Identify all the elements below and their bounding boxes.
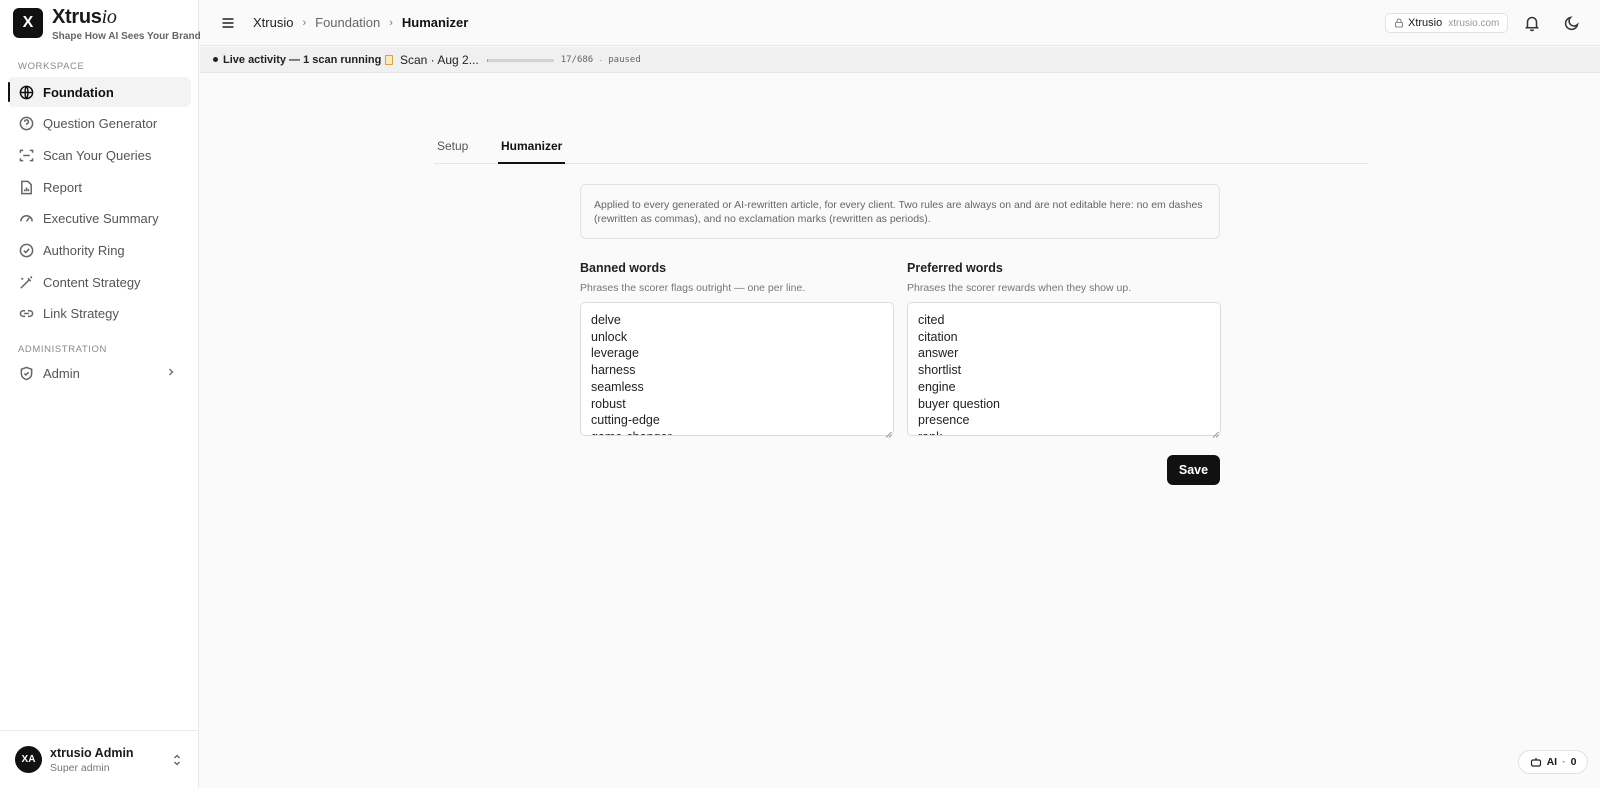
settings-tabs: Setup Humanizer xyxy=(434,131,1369,164)
workspace-switcher[interactable]: Xtrusio xtrusio.com xyxy=(1385,13,1509,33)
menu-icon[interactable] xyxy=(220,15,236,31)
breadcrumb-item[interactable]: Foundation xyxy=(315,15,380,30)
workspace-section-label: WORKSPACE xyxy=(18,61,85,72)
file-chart-icon xyxy=(18,179,34,195)
shield-check-icon xyxy=(18,365,34,381)
gauge-icon xyxy=(18,210,34,226)
scan-status: paused xyxy=(608,55,641,65)
chevrons-up-down-icon[interactable] xyxy=(171,753,183,770)
scan-progress-bar xyxy=(486,58,554,62)
breadcrumb-item[interactable]: Xtrusio xyxy=(253,15,293,30)
live-dot-icon xyxy=(213,57,218,62)
breadcrumb-current: Humanizer xyxy=(401,15,469,30)
sidebar-item-executive-summary[interactable]: Executive Summary xyxy=(8,203,191,233)
sidebar-item-report[interactable]: Report xyxy=(8,172,191,202)
chevron-right-icon: › xyxy=(389,16,393,29)
ai-label: AI xyxy=(1546,756,1558,768)
scan-icon xyxy=(18,147,34,163)
magic-wand-icon xyxy=(18,274,34,290)
preferred-words-textarea[interactable]: cited citation answer shortlist engine b… xyxy=(907,302,1221,436)
top-header: Xtrusio › Foundation › Humanizer Xtrusio… xyxy=(200,0,1600,46)
sidebar: X Xtrusio Shape How AI Sees Your Brand W… xyxy=(0,0,201,788)
sidebar-item-admin[interactable]: Admin xyxy=(8,358,191,388)
resize-grip-icon[interactable] xyxy=(885,426,892,438)
sidebar-item-label: Scan Your Queries xyxy=(43,147,152,163)
scan-count: 17/686 xyxy=(560,55,594,65)
sidebar-item-label: Executive Summary xyxy=(43,210,159,226)
user-menu[interactable]: XA xtrusio Admin Super admin xyxy=(0,730,199,788)
sidebar-item-label: Report xyxy=(43,179,83,195)
sidebar-item-authority-ring[interactable]: Authority Ring xyxy=(8,235,191,265)
preferred-words-title: Preferred words xyxy=(907,261,1003,275)
chevron-right-icon: › xyxy=(302,16,307,29)
sidebar-item-question-generator[interactable]: Question Generator xyxy=(8,108,191,138)
banned-words-title: Banned words xyxy=(580,261,667,275)
brand[interactable]: X Xtrusio Shape How AI Sees Your Brand xyxy=(13,6,201,42)
sidebar-item-label: Admin xyxy=(43,365,80,381)
globe-icon xyxy=(18,84,34,100)
live-activity-label: Live activity — 1 scan running xyxy=(223,53,382,66)
save-button[interactable]: Save xyxy=(1167,455,1220,485)
sidebar-item-scan-your-queries[interactable]: Scan Your Queries xyxy=(8,140,191,170)
ai-count: 0 xyxy=(1570,756,1577,768)
info-notice: Applied to every generated or AI-rewritt… xyxy=(580,184,1220,239)
robot-icon xyxy=(1530,756,1547,768)
check-circle-icon xyxy=(18,242,34,258)
workspace-name: Xtrusio xyxy=(1408,17,1443,29)
moon-icon[interactable] xyxy=(1563,14,1581,32)
sidebar-item-label: Link Strategy xyxy=(43,305,119,321)
tab-setup[interactable]: Setup xyxy=(434,139,471,164)
user-role: Super admin xyxy=(50,761,110,774)
bell-icon[interactable] xyxy=(1523,14,1541,32)
workspace-domain: xtrusio.com xyxy=(1448,17,1500,29)
sidebar-item-label: Foundation xyxy=(43,84,114,100)
administration-section-label: ADMINISTRATION xyxy=(18,344,107,355)
sidebar-item-label: Authority Ring xyxy=(43,242,125,258)
avatar: XA xyxy=(15,746,42,773)
preferred-words-subtitle: Phrases the scorer rewards when they sho… xyxy=(907,282,1132,294)
scan-name: Scan · Aug 2... xyxy=(400,53,479,67)
chevron-right-icon xyxy=(165,366,177,381)
separator: · xyxy=(1562,756,1566,768)
sidebar-item-label: Question Generator xyxy=(43,115,158,131)
scan-progress-item[interactable]: Scan · Aug 2... 17/686 · paused xyxy=(385,53,641,67)
brand-name: Xtrusio xyxy=(52,6,117,28)
sidebar-item-content-strategy[interactable]: Content Strategy xyxy=(8,267,191,297)
user-name: xtrusio Admin xyxy=(50,745,134,760)
link-icon xyxy=(18,305,34,321)
sidebar-item-foundation[interactable]: Foundation xyxy=(8,77,191,107)
document-icon xyxy=(385,55,393,65)
lock-icon xyxy=(1394,18,1404,28)
ai-assistant-button[interactable]: AI · 0 xyxy=(1518,750,1588,774)
live-activity-bar: Live activity — 1 scan running Scan · Au… xyxy=(200,47,1600,73)
breadcrumb: Xtrusio › Foundation › Humanizer xyxy=(253,15,468,30)
help-circle-icon xyxy=(18,115,34,131)
resize-grip-icon[interactable] xyxy=(1212,426,1219,438)
banned-words-subtitle: Phrases the scorer flags outright — one … xyxy=(580,282,806,294)
banned-words-textarea[interactable]: delve unlock leverage harness seamless r… xyxy=(580,302,894,436)
brand-tagline: Shape How AI Sees Your Brand xyxy=(52,31,201,42)
brand-logo: X xyxy=(13,8,43,38)
sidebar-item-link-strategy[interactable]: Link Strategy xyxy=(8,298,191,328)
sidebar-item-label: Content Strategy xyxy=(43,274,141,290)
separator: · xyxy=(599,55,603,65)
tab-humanizer[interactable]: Humanizer xyxy=(498,139,566,164)
